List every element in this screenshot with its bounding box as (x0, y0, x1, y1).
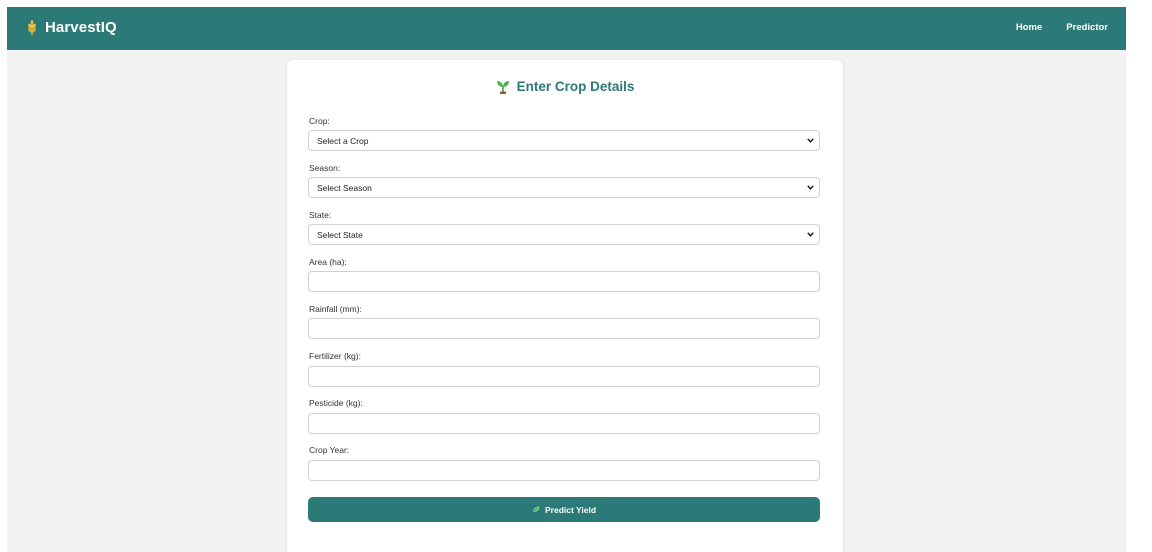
crop-label: Crop: (309, 116, 330, 126)
crop-select[interactable]: Select a Crop (308, 130, 820, 151)
navbar: HarvestIQ Home Predictor (7, 7, 1126, 50)
wheat-icon (28, 19, 36, 35)
chevron-down-icon (807, 232, 814, 237)
crop-year-input[interactable] (308, 460, 820, 481)
season-select-value: Select Season (317, 183, 372, 193)
crop-form-card: Enter Crop Details Crop: Select a Crop S… (287, 60, 843, 552)
brand-name: HarvestIQ (45, 19, 117, 36)
state-select-value: Select State (317, 230, 363, 240)
pesticide-input[interactable] (308, 413, 820, 434)
area-input[interactable] (308, 271, 820, 292)
season-select[interactable]: Select Season (308, 177, 820, 198)
nav-links: Home Predictor (1016, 22, 1108, 33)
rainfall-input[interactable] (308, 318, 820, 339)
area-label: Area (ha): (309, 257, 347, 267)
sprout-icon (496, 80, 509, 94)
brand[interactable]: HarvestIQ (26, 19, 117, 36)
form-title: Enter Crop Details (287, 79, 843, 94)
state-select[interactable]: Select State (308, 224, 820, 245)
nav-link-predictor[interactable]: Predictor (1066, 22, 1108, 33)
nav-link-home[interactable]: Home (1016, 22, 1042, 33)
predict-yield-button[interactable]: Predict Yield (308, 497, 820, 522)
chevron-down-icon (807, 138, 814, 143)
pesticide-label: Pesticide (kg): (309, 398, 363, 408)
form-title-text: Enter Crop Details (516, 79, 635, 94)
season-label: Season: (309, 163, 341, 173)
fertilizer-input[interactable] (308, 366, 820, 387)
crop-select-value: Select a Crop (317, 136, 369, 146)
rainfall-label: Rainfall (mm): (309, 304, 362, 314)
predict-yield-label: Predict Yield (544, 504, 597, 515)
fertilizer-label: Fertilizer (kg): (309, 351, 361, 361)
state-label: State: (309, 210, 332, 220)
leaf-icon (532, 506, 540, 513)
crop-year-label: Crop Year: (309, 445, 350, 455)
chevron-down-icon (807, 185, 814, 190)
page-frame: HarvestIQ Home Predictor Enter Crop Deta… (7, 7, 1126, 552)
